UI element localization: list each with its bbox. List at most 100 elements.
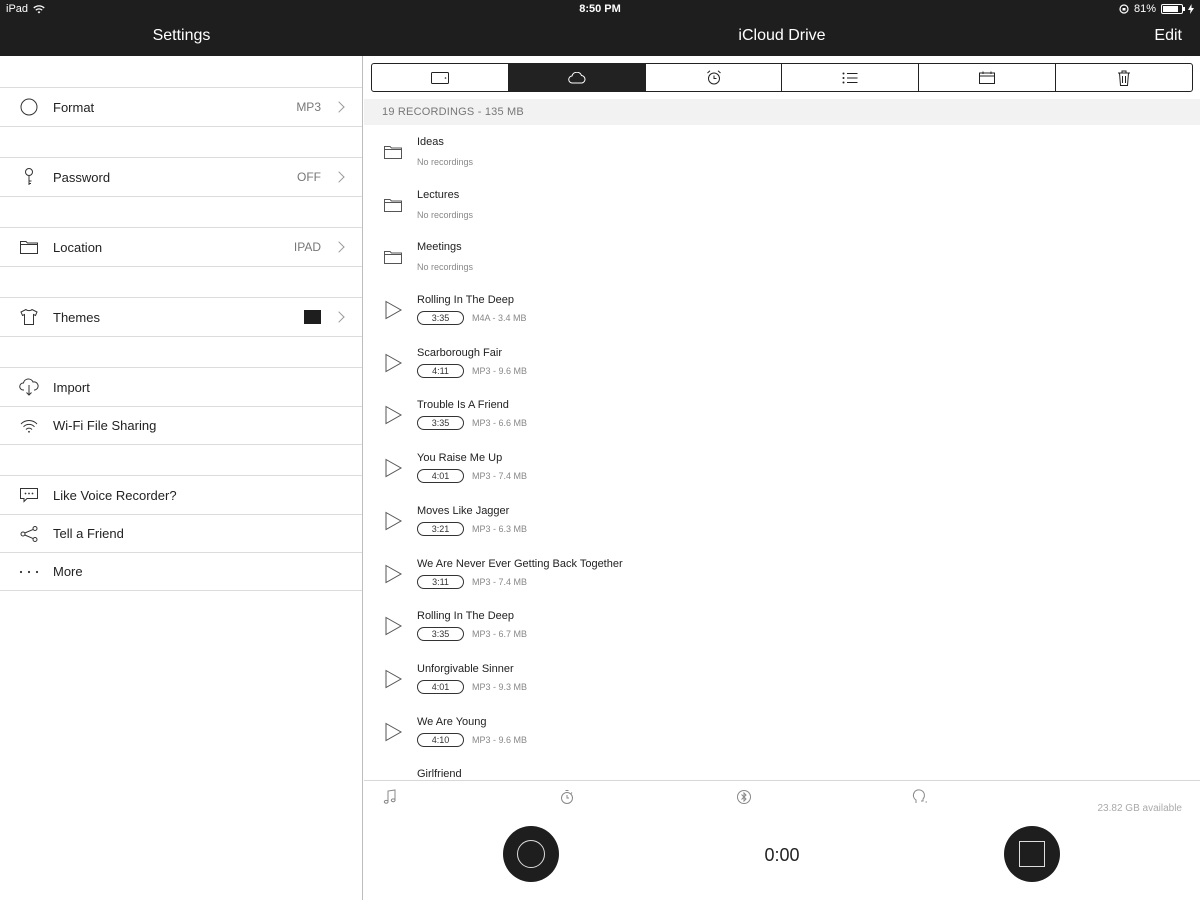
recording-title: We Are Never Ever Getting Back Together — [417, 557, 623, 570]
ellipsis-icon — [18, 561, 40, 583]
status-bar: iPad 8:50 PM 81% — [0, 0, 1200, 18]
themes-label: Themes — [53, 309, 100, 325]
folder-row-meetings[interactable]: Meetings No recordings — [364, 230, 1200, 283]
recording-meta: 4:10 MP3 - 9.6 MB — [417, 732, 527, 747]
recording-title: Rolling In The Deep — [417, 610, 515, 623]
recording-title: Trouble Is A Friend — [417, 399, 509, 412]
tab-cloud[interactable] — [508, 64, 646, 91]
chevron-right-icon — [333, 311, 345, 323]
recording-info: MP3 - 9.3 MB — [472, 681, 528, 692]
settings-row-wifi-sharing[interactable]: Wi-Fi File Sharing — [0, 406, 362, 444]
folder-name: Lectures — [417, 188, 460, 201]
more-label: More — [53, 564, 83, 579]
format-value: MP3 — [296, 100, 321, 114]
folder-row-ideas[interactable]: Ideas No recordings — [364, 125, 1200, 178]
settings-row-tell-friend[interactable]: Tell a Friend — [0, 514, 362, 552]
recording-row[interactable]: Unforgivable Sinner 4:01 MP3 - 9.3 MB — [364, 652, 1200, 705]
password-label: Password — [53, 169, 111, 185]
settings-group-misc: Like Voice Recorder? Tell a Friend More — [0, 475, 362, 591]
play-icon[interactable] — [382, 721, 404, 743]
recording-row[interactable]: Moves Like Jagger 3:21 MP3 - 6.3 MB — [364, 494, 1200, 547]
play-icon[interactable] — [382, 404, 404, 426]
settings-group-format: Format MP3 — [0, 87, 362, 127]
settings-group-sharing: Import Wi-Fi File Sharing — [0, 367, 362, 445]
play-icon[interactable] — [382, 352, 404, 374]
recordings-list: Ideas No recordings Lectures No recordin… — [364, 125, 1200, 780]
folder-status: No recordings — [417, 262, 474, 273]
storage-available: 23.82 GB available — [1097, 803, 1182, 814]
settings-row-like[interactable]: Like Voice Recorder? — [0, 476, 362, 514]
tab-calendar[interactable] — [919, 64, 1057, 91]
like-label: Like Voice Recorder? — [53, 487, 177, 503]
play-icon[interactable] — [382, 457, 404, 479]
calendar-icon — [979, 71, 996, 84]
settings-row-themes[interactable]: Themes — [0, 298, 362, 336]
recording-title: Unforgivable Sinner — [417, 662, 514, 675]
voice-activation-icon[interactable] — [912, 789, 928, 805]
share-icon — [18, 523, 40, 545]
recording-row[interactable]: Scarborough Fair 4:11 MP3 - 9.6 MB — [364, 336, 1200, 389]
charging-icon — [1188, 4, 1194, 14]
theme-swatch — [304, 310, 321, 324]
recordings-pane: 19 RECORDINGS - 135 MB Ideas No recordin… — [364, 56, 1200, 900]
play-icon[interactable] — [382, 510, 404, 532]
play-icon[interactable] — [382, 615, 404, 637]
settings-row-more[interactable]: More — [0, 552, 362, 590]
folder-name: Ideas — [417, 136, 444, 148]
chevron-right-icon — [333, 171, 345, 183]
folder-name: Meetings — [417, 241, 462, 254]
recording-meta: 3:35 MP3 - 6.7 MB — [417, 627, 527, 642]
settings-row-location[interactable]: Location IPAD — [0, 228, 362, 266]
recording-meta: 4:11 MP3 - 9.6 MB — [417, 363, 527, 378]
recording-row[interactable]: Rolling In The Deep 3:35 MP3 - 6.7 MB — [364, 599, 1200, 652]
tab-list[interactable] — [782, 64, 920, 91]
settings-row-import[interactable]: Import — [0, 368, 362, 406]
settings-row-password[interactable]: Password OFF — [0, 158, 362, 196]
recording-title: Moves Like Jagger — [417, 504, 510, 517]
wifi-icon — [18, 415, 40, 437]
duration-badge: 3:11 — [417, 574, 464, 589]
recording-row[interactable]: Girlfriend — [364, 757, 1200, 780]
folder-icon — [18, 236, 40, 258]
status-time: 8:50 PM — [579, 3, 621, 15]
page-title: iCloud Drive — [738, 27, 826, 44]
recording-row[interactable]: You Raise Me Up 4:01 MP3 - 7.4 MB — [364, 441, 1200, 494]
password-value: OFF — [297, 170, 321, 184]
status-right: 81% — [1119, 3, 1194, 15]
chat-icon — [18, 484, 40, 506]
recording-row[interactable]: We Are Young 4:10 MP3 - 9.6 MB — [364, 705, 1200, 758]
folder-icon — [384, 146, 402, 159]
recording-timer: 0:00 — [764, 845, 800, 865]
edit-button[interactable]: Edit — [1154, 27, 1182, 45]
stop-button[interactable] — [1004, 826, 1060, 882]
recording-title: We Are Young — [417, 715, 487, 728]
stop-square-icon — [1019, 841, 1045, 867]
recording-meta: 3:35 M4A - 3.4 MB — [417, 311, 527, 326]
play-icon[interactable] — [382, 563, 404, 585]
recording-meta: 3:11 MP3 - 7.4 MB — [417, 574, 527, 589]
play-icon[interactable] — [382, 299, 404, 321]
bluetooth-icon[interactable] — [736, 789, 752, 805]
folder-icon — [384, 251, 402, 265]
music-note-icon[interactable] — [382, 789, 398, 805]
settings-group-location: Location IPAD — [0, 227, 362, 267]
recording-row[interactable]: We Are Never Ever Getting Back Together … — [364, 547, 1200, 600]
play-icon[interactable] — [382, 668, 404, 690]
timer-icon[interactable] — [559, 789, 575, 805]
tab-alarm[interactable] — [646, 64, 783, 91]
settings-row-format[interactable]: Format MP3 — [0, 88, 362, 126]
tab-device[interactable] — [372, 64, 509, 91]
recording-row[interactable]: Rolling In The Deep 3:35 M4A - 3.4 MB — [364, 283, 1200, 336]
wifi-sharing-label: Wi-Fi File Sharing — [53, 418, 157, 433]
duration-badge: 4:10 — [417, 732, 464, 747]
settings-pane: Format MP3 Password OFF Location IPAD Th… — [0, 56, 363, 900]
folder-row-lectures[interactable]: Lectures No recordings — [364, 178, 1200, 231]
chevron-right-icon — [333, 241, 345, 253]
folder-status: No recordings — [417, 209, 474, 220]
tab-trash[interactable] — [1056, 64, 1192, 91]
recording-row[interactable]: Trouble Is A Friend 3:35 MP3 - 6.6 MB — [364, 388, 1200, 441]
